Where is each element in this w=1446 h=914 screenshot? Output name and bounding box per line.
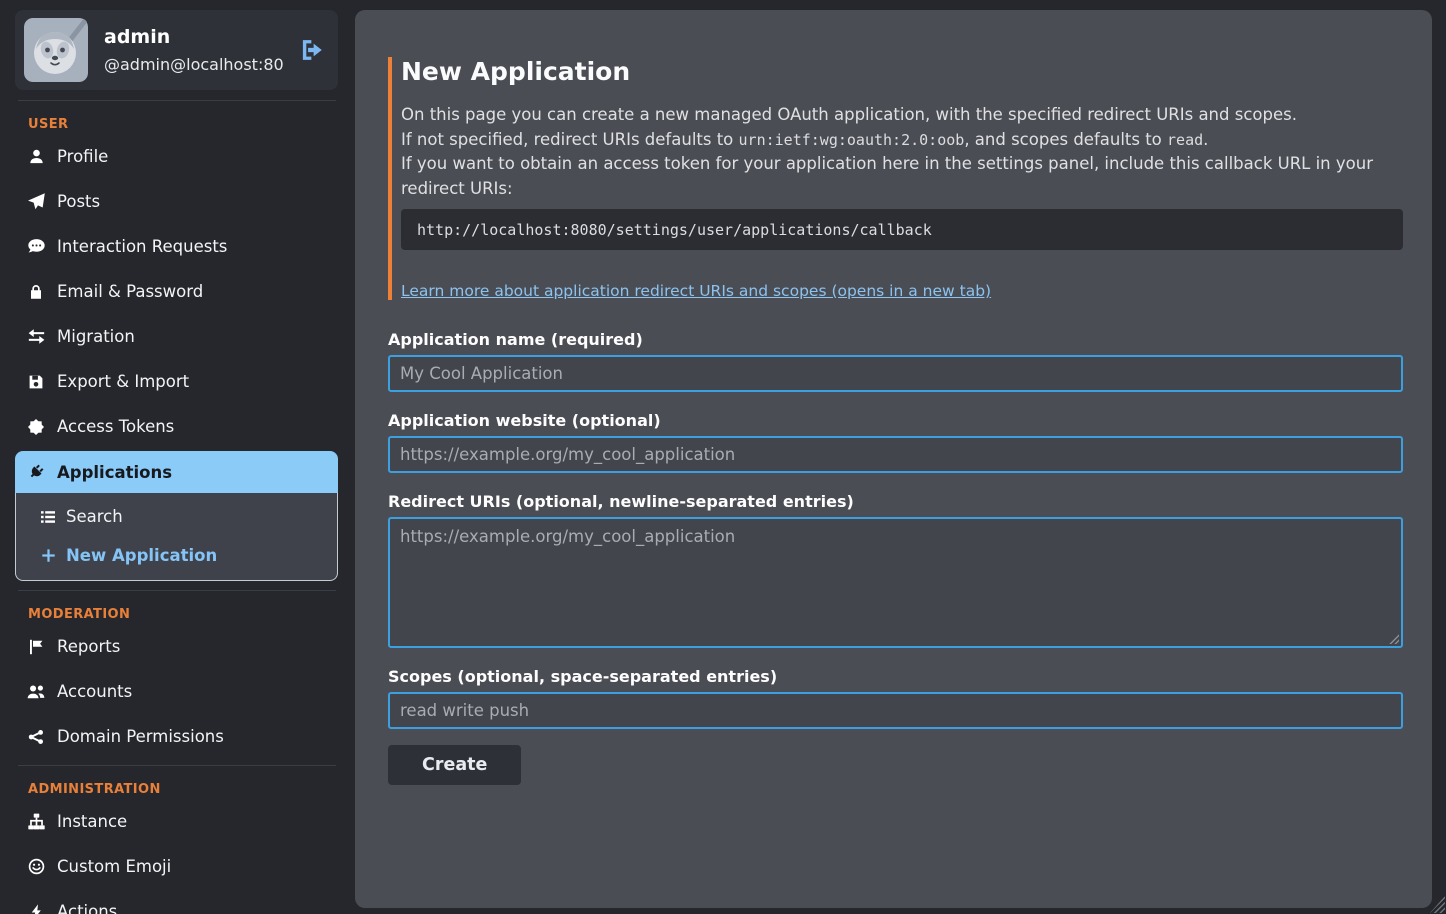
sidebar-item-label: Interaction Requests — [57, 237, 227, 256]
scopes-label: Scopes (optional, space-separated entrie… — [388, 667, 1403, 686]
bolt-icon — [26, 904, 46, 914]
sidebar-item-label: Applications — [57, 463, 172, 482]
divider — [18, 100, 336, 101]
sidebar-item-label: Profile — [57, 147, 108, 166]
user-names: admin @admin@localhost:80... — [104, 26, 283, 74]
sign-out-icon[interactable] — [299, 37, 325, 63]
intro-line2-mid: , and scopes defaults to — [964, 130, 1167, 149]
sidebar-item-label: Posts — [57, 192, 100, 211]
user-handle: @admin@localhost:80... — [104, 55, 283, 74]
application-website-label: Application website (optional) — [388, 411, 1403, 430]
sidebar-item-custom-emoji[interactable]: Custom Emoji — [15, 844, 338, 889]
sidebar-item-interaction-requests[interactable]: Interaction Requests — [15, 224, 338, 269]
sidebar-item-new-application[interactable]: New Application — [16, 536, 337, 575]
create-button[interactable]: Create — [388, 745, 521, 785]
comment-dots-icon — [26, 238, 46, 255]
share-nodes-icon — [26, 729, 46, 745]
sidebar-item-label: Access Tokens — [57, 417, 174, 436]
paper-plane-icon — [26, 193, 46, 210]
sidebar-item-domain-permissions[interactable]: Domain Permissions — [15, 714, 338, 759]
sloth-avatar — [24, 18, 88, 82]
username: admin — [104, 26, 283, 48]
sidebar-item-profile[interactable]: Profile — [15, 134, 338, 179]
sidebar-item-export-import[interactable]: Export & Import — [15, 359, 338, 404]
lock-icon — [26, 284, 46, 300]
floppy-disk-icon — [26, 374, 46, 390]
scopes-input[interactable] — [388, 692, 1403, 729]
intro-line2-pre: If not specified, redirect URIs defaults… — [401, 130, 739, 149]
new-application-form: Application name (required) Application … — [388, 330, 1403, 785]
learn-more-link[interactable]: Learn more about application redirect UR… — [401, 282, 991, 300]
intro-line1: On this page you can create a new manage… — [401, 105, 1297, 124]
gotosocial-settings-window: admin @admin@localhost:80... USER Profil… — [0, 0, 1446, 914]
sidebar-item-label: Instance — [57, 812, 127, 831]
sidebar-item-label: New Application — [66, 546, 217, 565]
redirect-uris-field: Redirect URIs (optional, newline-separat… — [388, 492, 1403, 648]
sidebar-item-access-tokens[interactable]: Access Tokens — [15, 404, 338, 449]
sidebar-item-label: Domain Permissions — [57, 727, 224, 746]
sidebar-item-label: Accounts — [57, 682, 132, 701]
intro-description: On this page you can create a new manage… — [401, 103, 1403, 201]
plug-icon — [26, 464, 46, 480]
sidebar-item-actions[interactable]: Actions — [15, 889, 338, 914]
application-name-label: Application name (required) — [388, 330, 1403, 349]
sidebar-item-label: Export & Import — [57, 372, 189, 391]
sidebar-item-posts[interactable]: Posts — [15, 179, 338, 224]
intro-line3: If you want to obtain an access token fo… — [401, 154, 1373, 198]
sidebar-item-label: Reports — [57, 637, 120, 656]
settings-sidebar: admin @admin@localhost:80... USER Profil… — [0, 0, 355, 914]
callback-url-codeblock: http://localhost:8080/settings/user/appl… — [401, 209, 1403, 250]
sidebar-item-label: Actions — [57, 902, 117, 914]
flag-icon — [26, 639, 46, 655]
sitemap-icon — [26, 813, 46, 830]
section-header-moderation: MODERATION — [28, 607, 338, 622]
user-icon — [26, 148, 46, 165]
sidebar-item-accounts[interactable]: Accounts — [15, 669, 338, 714]
sidebar-item-applications[interactable]: Applications — [15, 451, 338, 493]
page-title: New Application — [401, 57, 1403, 86]
sidebar-item-label: Custom Emoji — [57, 857, 171, 876]
section-header-administration: ADMINISTRATION — [28, 782, 338, 797]
learn-more-row: Learn more about application redirect UR… — [401, 282, 1403, 300]
sidebar-item-reports[interactable]: Reports — [15, 624, 338, 669]
callback-url: http://localhost:8080/settings/user/appl… — [417, 221, 932, 239]
settings-panel: New Application On this page you can cre… — [355, 10, 1432, 908]
intro-line2-post: . — [1203, 130, 1208, 149]
divider — [18, 590, 336, 591]
application-website-field: Application website (optional) — [388, 411, 1403, 473]
divider — [18, 765, 336, 766]
user-card: admin @admin@localhost:80... — [15, 10, 338, 90]
application-name-input[interactable] — [388, 355, 1403, 392]
users-icon — [26, 683, 46, 701]
certificate-icon — [26, 419, 46, 435]
sidebar-item-applications-search[interactable]: Search — [16, 497, 337, 536]
plus-icon — [38, 548, 58, 563]
sidebar-item-label: Migration — [57, 327, 135, 346]
sidebar-item-label: Search — [66, 507, 123, 526]
sidebar-item-migration[interactable]: Migration — [15, 314, 338, 359]
redirect-uris-textarea[interactable] — [388, 517, 1403, 648]
new-application-intro: New Application On this page you can cre… — [388, 57, 1403, 300]
scopes-field: Scopes (optional, space-separated entrie… — [388, 667, 1403, 729]
redirect-uris-label: Redirect URIs (optional, newline-separat… — [388, 492, 1403, 511]
sidebar-item-label: Email & Password — [57, 282, 203, 301]
oob-code: urn:ietf:wg:oauth:2.0:oob — [739, 131, 965, 149]
sidebar-item-email-password[interactable]: Email & Password — [15, 269, 338, 314]
exchange-icon — [26, 328, 46, 345]
read-code: read — [1167, 131, 1203, 149]
list-icon — [38, 509, 58, 525]
applications-submenu: Search New Application — [15, 493, 338, 581]
sidebar-item-instance[interactable]: Instance — [15, 799, 338, 844]
section-header-user: USER — [28, 117, 338, 132]
smile-icon — [26, 858, 46, 875]
sidebar-group-applications: Applications Search — [15, 451, 338, 581]
window-resize-grip[interactable] — [1430, 896, 1445, 913]
application-website-input[interactable] — [388, 436, 1403, 473]
application-name-field: Application name (required) — [388, 330, 1403, 392]
